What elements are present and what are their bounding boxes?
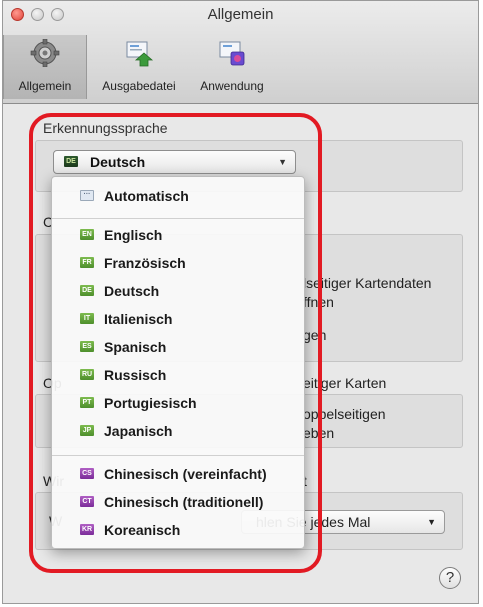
pt-flag-icon: PT: [80, 397, 94, 408]
duplex-option-text: oppelseitigen: [303, 406, 386, 422]
menu-separator: [52, 455, 304, 456]
menu-item-chinesisch-vereinfacht[interactable]: CS Chinesisch (vereinfacht): [52, 464, 304, 486]
language-dropdown-menu: ··· Automatisch EN Englisch FR Französis…: [51, 176, 305, 549]
fr-flag-icon: FR: [80, 257, 94, 268]
menu-separator: [52, 218, 304, 219]
kr-flag-icon: KR: [80, 524, 94, 535]
menu-item-automatisch[interactable]: ··· Automatisch: [52, 186, 304, 208]
duplex-options-text: eitiger Karten: [303, 375, 387, 391]
toolbar-tab-ausgabedatei[interactable]: Ausgabedatei: [91, 35, 187, 99]
menu-item-label: Chinesisch (vereinfacht): [104, 466, 267, 482]
help-button[interactable]: ?: [439, 567, 461, 589]
selected-language: Deutsch: [90, 154, 146, 170]
menu-item-label: Japanisch: [104, 423, 173, 439]
menu-item-chinesisch-traditionell[interactable]: CT Chinesisch (traditionell): [52, 492, 304, 514]
toolbar-tab-label: Anwendung: [200, 79, 264, 93]
menu-item-label: Automatisch: [104, 188, 189, 204]
menu-item-label: Französisch: [104, 255, 186, 271]
ru-flag-icon: RU: [80, 369, 94, 380]
ct-flag-icon: CT: [80, 496, 94, 507]
menu-item-italienisch[interactable]: IT Italienisch: [52, 309, 304, 331]
gear-icon: [30, 39, 60, 67]
menu-item-label: Portugiesisch: [104, 395, 197, 411]
menu-item-label: Chinesisch (traditionell): [104, 494, 264, 510]
toolbar-tab-label: Allgemein: [18, 79, 72, 93]
titlebar: Allgemein Allgemein Ausgabedatei Anwendu…: [3, 1, 478, 104]
toolbar-tab-label: Ausgabedatei: [102, 79, 176, 93]
menu-item-label: Russisch: [104, 367, 167, 383]
menu-item-label: Deutsch: [104, 283, 160, 299]
de-flag-icon: DE: [64, 156, 78, 167]
menu-item-label: Italienisch: [104, 311, 173, 327]
menu-item-portugiesisch[interactable]: PT Portugiesisch: [52, 393, 304, 415]
es-flag-icon: ES: [80, 341, 94, 352]
menu-item-japanisch[interactable]: JP Japanisch: [52, 421, 304, 443]
duplex-option-text: eben: [303, 425, 335, 441]
menu-item-koreanisch[interactable]: KR Koreanisch: [52, 520, 304, 542]
automatic-icon: ···: [80, 190, 94, 201]
toolbar-tab-allgemein[interactable]: Allgemein: [3, 35, 87, 99]
menu-item-franzoesisch[interactable]: FR Französisch: [52, 253, 304, 275]
it-flag-icon: IT: [80, 313, 94, 324]
jp-flag-icon: JP: [80, 425, 94, 436]
menu-item-label: Spanisch: [104, 339, 167, 355]
scan-option-text: ffnen: [303, 294, 334, 310]
menu-item-deutsch[interactable]: DE Deutsch: [52, 281, 304, 303]
application-icon: [219, 41, 245, 66]
menu-item-label: Koreanisch: [104, 522, 181, 538]
recognition-language-label: Erkennungssprache: [43, 120, 168, 136]
recognition-language-select[interactable]: DE Deutsch ▼: [53, 150, 296, 174]
en-flag-icon: EN: [80, 229, 94, 240]
cs-flag-icon: CS: [80, 468, 94, 479]
de-flag-icon: DE: [80, 285, 94, 296]
toolbar-tab-anwendung[interactable]: Anwendung: [193, 35, 271, 99]
output-file-icon: [126, 41, 154, 67]
menu-item-russisch[interactable]: RU Russisch: [52, 365, 304, 387]
chevron-down-icon: ▼: [278, 157, 287, 167]
window-title: Allgemein: [207, 6, 274, 23]
menu-item-englisch[interactable]: EN Englisch: [52, 225, 304, 247]
scan-option-text: lseitiger Kartendaten: [303, 275, 432, 291]
menu-item-label: Englisch: [104, 227, 163, 243]
menu-item-spanisch[interactable]: ES Spanisch: [52, 337, 304, 359]
scan-option-text: gen: [303, 327, 327, 343]
chevron-down-icon: ▼: [427, 517, 436, 527]
